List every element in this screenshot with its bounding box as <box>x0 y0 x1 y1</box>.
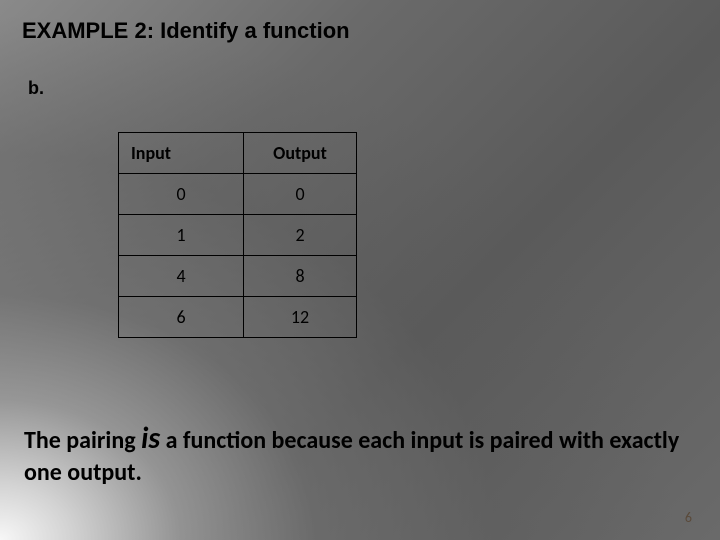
explanation-pre: The pairing <box>24 426 141 455</box>
page-number: 6 <box>685 509 692 526</box>
cell-output: 2 <box>244 215 357 256</box>
cell-input: 6 <box>119 297 244 338</box>
cell-input: 4 <box>119 256 244 297</box>
table-header-row: Input Output <box>119 133 357 174</box>
cell-input: 1 <box>119 215 244 256</box>
table-row: 6 12 <box>119 297 357 338</box>
slide-title: EXAMPLE 2: Identify a function <box>22 18 350 44</box>
table-row: 1 2 <box>119 215 357 256</box>
explanation-emph: is <box>141 420 160 457</box>
io-table: Input Output 0 0 1 2 4 8 6 12 <box>118 132 357 338</box>
slide: EXAMPLE 2: Identify a function b. Input … <box>0 0 720 540</box>
header-output: Output <box>244 133 357 174</box>
cell-output: 0 <box>244 174 357 215</box>
explanation-text: The pairing is a function because each i… <box>24 420 694 488</box>
cell-input: 0 <box>119 174 244 215</box>
cell-output: 8 <box>244 256 357 297</box>
cell-output: 12 <box>244 297 357 338</box>
header-input: Input <box>119 133 244 174</box>
subpart-label: b. <box>28 78 44 99</box>
table-row: 4 8 <box>119 256 357 297</box>
table-row: 0 0 <box>119 174 357 215</box>
